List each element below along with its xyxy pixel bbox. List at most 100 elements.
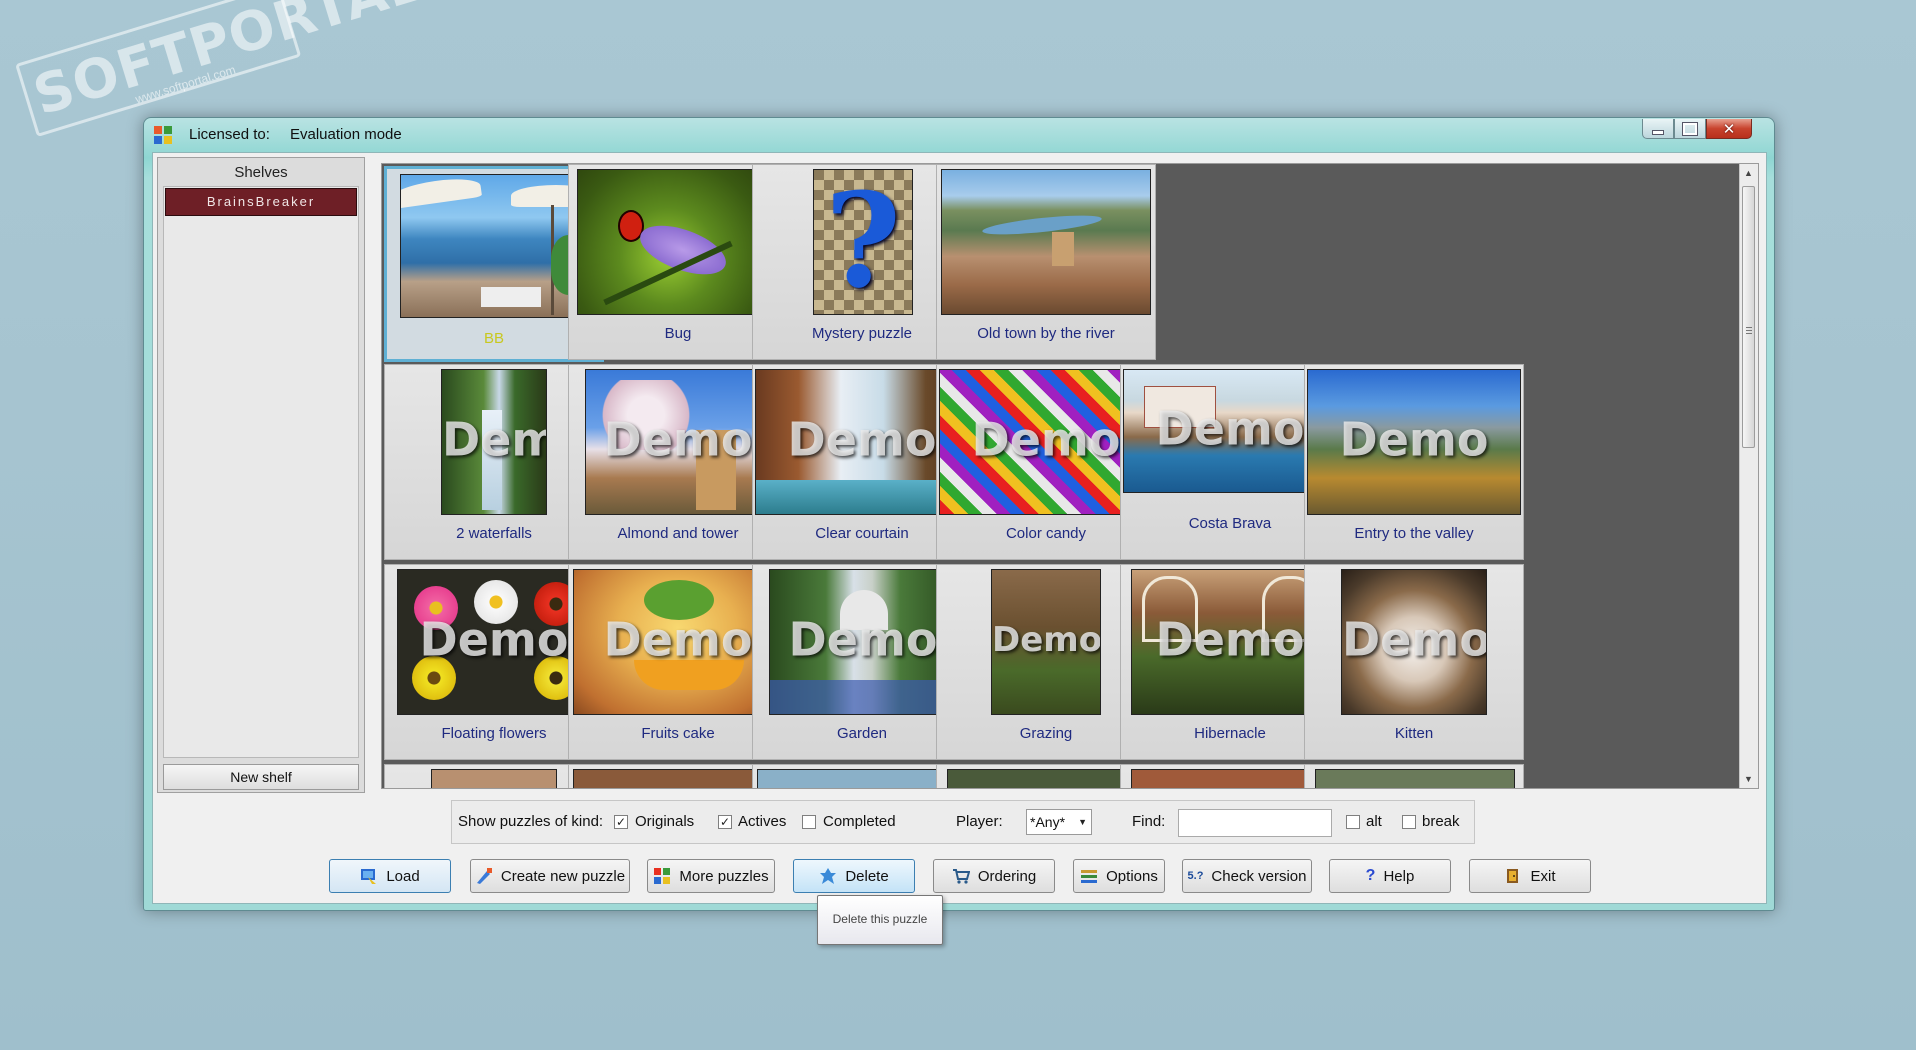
demo-overlay: Demo — [1339, 412, 1489, 467]
options-icon — [1080, 867, 1098, 885]
puzzle-thumbnail — [577, 169, 779, 315]
create-puzzle-icon — [475, 867, 493, 885]
main-window: Licensed to: Evaluation mode ✕ Shelves B… — [143, 117, 1775, 911]
create-new-puzzle-button[interactable]: Create new puzzle — [470, 859, 630, 893]
demo-overlay: Demo — [603, 412, 753, 467]
break-checkbox[interactable] — [1402, 815, 1416, 829]
puzzle-thumbnail — [1131, 769, 1331, 788]
app-icon[interactable] — [153, 125, 173, 145]
originals-checkbox[interactable]: ✓ — [614, 815, 628, 829]
puzzle-tile-kitten[interactable]: Demo Kitten — [1304, 564, 1524, 760]
client-area: Shelves BrainsBreaker New shelf BB Bug ?… — [152, 152, 1767, 904]
puzzle-thumbnail — [400, 174, 594, 318]
scroll-up-icon[interactable]: ▲ — [1744, 168, 1753, 178]
puzzle-name: Old town by the river — [977, 325, 1115, 342]
puzzle-gallery: BB Bug ? Mystery puzzle Old town by the … — [381, 163, 1759, 789]
load-button[interactable]: Load — [329, 859, 451, 893]
puzzle-thumbnail: Demo — [1341, 569, 1487, 715]
license-value: Evaluation mode — [290, 126, 402, 143]
minimize-icon — [1652, 130, 1664, 135]
filter-bar: Show puzzles of kind: ✓ Originals ✓ Acti… — [451, 800, 1475, 844]
puzzle-thumbnail: Demo — [1131, 569, 1329, 715]
demo-overlay: Demo — [992, 620, 1101, 660]
exit-icon — [1504, 867, 1522, 885]
find-input[interactable] — [1178, 809, 1332, 837]
create-label: Create new puzzle — [500, 867, 626, 885]
grip-icon — [1746, 327, 1752, 328]
puzzle-name: Entry to the valley — [1354, 525, 1474, 542]
completed-label: Completed — [823, 813, 896, 830]
shelf-item-brainsbreaker[interactable]: BrainsBreaker — [165, 188, 357, 216]
license-label: Licensed to: — [189, 126, 270, 143]
player-value: *Any* — [1030, 814, 1066, 830]
puzzle-name: Kitten — [1394, 725, 1434, 742]
puzzle-thumbnail — [941, 169, 1151, 315]
new-shelf-button[interactable]: New shelf — [163, 764, 359, 790]
load-label: Load — [386, 867, 420, 885]
find-label: Find: — [1132, 813, 1166, 830]
delete-label: Delete — [845, 867, 889, 885]
demo-overlay: Demo — [1342, 612, 1487, 667]
shelves-title: Shelves — [234, 164, 288, 181]
demo-overlay: Demo — [603, 612, 753, 667]
show-kind-label: Show puzzles of kind: — [458, 813, 604, 830]
softportal-watermark: SOFTPORTAL www.softportal.com TM — [4, 0, 429, 138]
ordering-button[interactable]: Ordering — [933, 859, 1055, 893]
demo-overlay: Demo — [442, 412, 546, 467]
demo-overlay: Demo — [788, 612, 938, 667]
check-version-button[interactable]: 5.? Check version — [1182, 859, 1312, 893]
puzzle-thumbnail: Demo — [397, 569, 591, 715]
help-button[interactable]: ? Help — [1329, 859, 1451, 893]
break-label: break — [1422, 813, 1460, 830]
minimize-button[interactable] — [1642, 119, 1674, 139]
gallery-scrollbar[interactable]: ▲ ▼ — [1739, 164, 1758, 788]
question-mark-icon: ? — [824, 169, 902, 315]
delete-icon — [819, 867, 837, 885]
close-button[interactable]: ✕ — [1706, 119, 1752, 139]
delete-button[interactable]: Delete — [793, 859, 915, 893]
puzzle-thumbnail — [947, 769, 1147, 788]
puzzle-thumbnail — [1315, 769, 1515, 788]
exit-button[interactable]: Exit — [1469, 859, 1591, 893]
maximize-icon — [1682, 121, 1698, 136]
maximize-button[interactable] — [1674, 119, 1706, 139]
more-label: More puzzles — [679, 867, 769, 885]
check-version-label: Check version — [1211, 867, 1307, 885]
options-button[interactable]: Options — [1073, 859, 1165, 893]
scrollbar-thumb[interactable] — [1742, 186, 1755, 448]
puzzle-tile-entry-valley[interactable]: Demo Entry to the valley — [1304, 364, 1524, 560]
cart-icon — [952, 867, 971, 885]
completed-checkbox[interactable] — [802, 815, 816, 829]
delete-tooltip: Delete this puzzle — [817, 895, 943, 945]
puzzle-thumbnail: Demo — [991, 569, 1101, 715]
exit-label: Exit — [1530, 867, 1556, 885]
demo-overlay: Demo — [419, 612, 569, 667]
alt-checkbox[interactable] — [1346, 815, 1360, 829]
player-label: Player: — [956, 813, 1003, 830]
actives-label: Actives — [738, 813, 787, 830]
help-icon: ? — [1365, 867, 1376, 884]
check-version-icon: 5.? — [1187, 870, 1204, 882]
options-label: Options — [1106, 867, 1158, 885]
help-label: Help — [1383, 867, 1415, 885]
puzzle-thumbnail: ? — [813, 169, 913, 315]
puzzle-tile-old-town[interactable]: Old town by the river — [936, 164, 1156, 360]
actives-checkbox[interactable]: ✓ — [718, 815, 732, 829]
puzzle-tile-partial[interactable] — [1304, 764, 1524, 788]
originals-label: Originals — [635, 813, 695, 830]
shelves-panel: Shelves BrainsBreaker New shelf — [157, 157, 365, 793]
player-select[interactable]: *Any* ▼ — [1026, 809, 1092, 835]
puzzle-thumbnail: Demo — [1307, 369, 1521, 515]
scroll-down-icon[interactable]: ▼ — [1744, 774, 1753, 784]
puzzle-thumbnail: Demo — [769, 569, 957, 715]
more-puzzles-icon — [653, 867, 671, 885]
shelf-list[interactable]: BrainsBreaker — [163, 186, 359, 758]
title-bar[interactable]: Licensed to: Evaluation mode ✕ — [144, 118, 1774, 152]
more-puzzles-button[interactable]: More puzzles — [647, 859, 775, 893]
puzzle-thumbnail: Demo — [441, 369, 547, 515]
chevron-down-icon: ▼ — [1078, 817, 1087, 827]
puzzle-thumbnail: Demo — [585, 369, 771, 515]
ordering-label: Ordering — [977, 867, 1037, 885]
load-icon — [360, 867, 378, 885]
close-icon: ✕ — [1722, 119, 1736, 138]
